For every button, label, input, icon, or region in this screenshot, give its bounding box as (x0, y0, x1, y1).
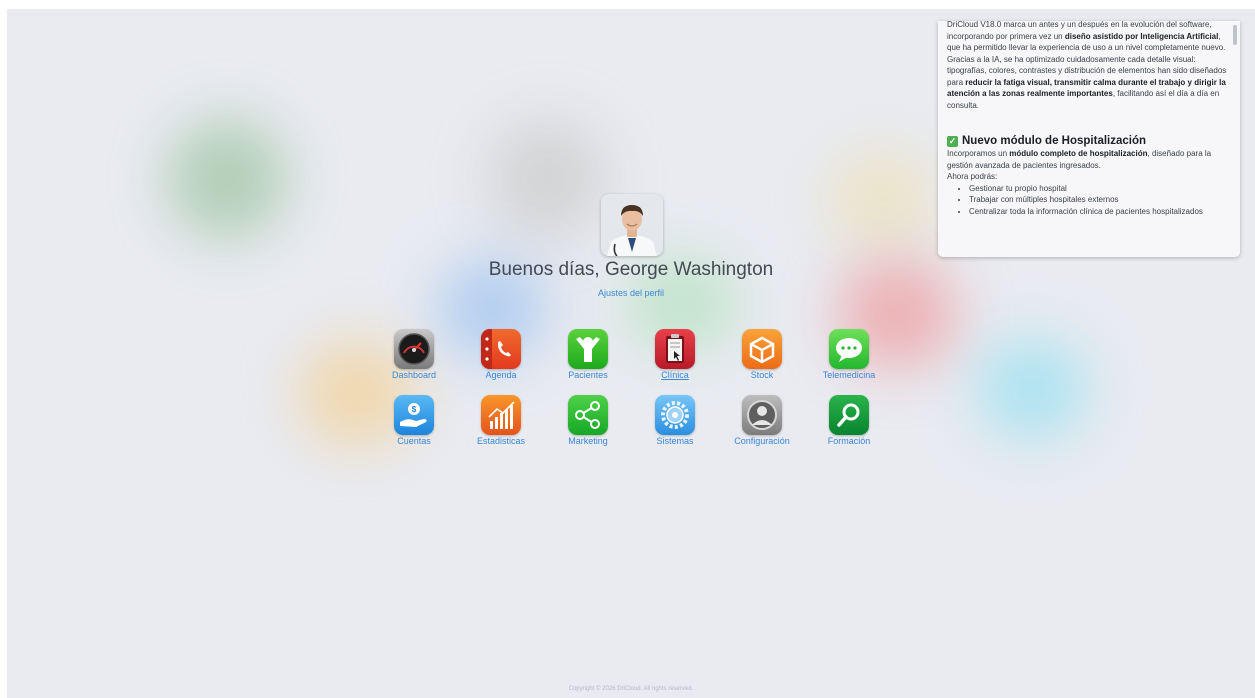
news-bullet-list: Gestionar tu propio hospital Trabajar co… (947, 183, 1227, 218)
speedometer-icon (394, 329, 434, 369)
box-icon (742, 329, 782, 369)
app-dashboard[interactable]: Dashboard (369, 329, 459, 380)
app-label: Dashboard (391, 370, 437, 380)
app-label: Pacientes (568, 370, 608, 380)
list-item: Gestionar tu propio hospital (969, 183, 1227, 195)
scrollbar[interactable] (1233, 25, 1237, 45)
app-label: Estadisticas (476, 436, 526, 446)
app-label: Marketing (568, 436, 608, 446)
app-label: Clínica (661, 370, 689, 380)
main-background: Buenos días, George Washington Ajustes d… (7, 9, 1255, 698)
chat-bubble-icon (829, 329, 869, 369)
phone-book-icon (481, 329, 521, 369)
decorative-blob (977, 339, 1087, 439)
app-marketing[interactable]: Marketing (543, 395, 633, 446)
list-item: Trabajar con múltiples hospitales extern… (969, 194, 1227, 206)
bar-chart-icon (481, 395, 521, 435)
share-icon (568, 395, 608, 435)
copyright-footer: Copyright © 2026 DriCloud. All rights re… (568, 686, 694, 692)
app-estadisticas[interactable]: Estadisticas (456, 395, 546, 446)
decorative-blob (827, 149, 937, 249)
money-hand-icon: $ (394, 395, 434, 435)
app-sistemas[interactable]: Sistemas (630, 395, 720, 446)
app-label: Agenda (485, 370, 517, 380)
check-icon: ✓ (947, 135, 958, 147)
doctor-avatar-icon (601, 194, 663, 256)
gear-icon (655, 395, 695, 435)
news-title: ✓ Nuevo módulo de Hospitalización (947, 135, 1147, 147)
app-formacion[interactable]: Formación (804, 395, 894, 446)
app-label: Sistemas (656, 436, 694, 446)
greeting-title: Buenos días, George Washington (488, 259, 774, 280)
news-body: Incorporamos un módulo completo de hospi… (947, 149, 1212, 170)
news-intro-paragraph: Gracias a la IA, se ha optimizado cuidad… (947, 54, 1227, 110)
user-settings-icon (742, 395, 782, 435)
app-stock[interactable]: Stock (717, 329, 807, 380)
news-content: DriCloud V18.0 marca un antes y un despu… (947, 21, 1227, 217)
list-item: Centralizar toda la información clínica … (969, 206, 1227, 218)
person-icon (568, 329, 608, 369)
app-label: Configuración (734, 436, 790, 446)
app-pacientes[interactable]: Pacientes (543, 329, 633, 380)
app-label: Telemedicina (822, 370, 876, 380)
avatar[interactable] (601, 194, 663, 256)
svg-text:$: $ (412, 405, 417, 414)
decorative-blob (487, 119, 607, 239)
app-label: Formación (827, 436, 871, 446)
app-agenda[interactable]: Agenda (456, 329, 546, 380)
app-clinica[interactable]: Clínica (630, 329, 720, 380)
magnifier-icon (829, 395, 869, 435)
profile-settings-link[interactable]: Ajustes del perfil (7, 288, 1255, 298)
app-configuracion[interactable]: Configuración (717, 395, 807, 446)
app-cuentas[interactable]: $ Cuentas (369, 395, 459, 446)
news-subheading: Ahora podrás: (947, 172, 998, 181)
app-label: Stock (750, 370, 774, 380)
app-telemedicina[interactable]: Telemedicina (804, 329, 894, 380)
decorative-blob (167, 119, 287, 239)
app-label: Cuentas (397, 436, 431, 446)
clipboard-icon (655, 329, 695, 369)
news-panel[interactable]: DriCloud V18.0 marca un antes y un despu… (938, 21, 1240, 257)
news-intro-paragraph: DriCloud V18.0 marca un antes y un despu… (947, 21, 1226, 52)
